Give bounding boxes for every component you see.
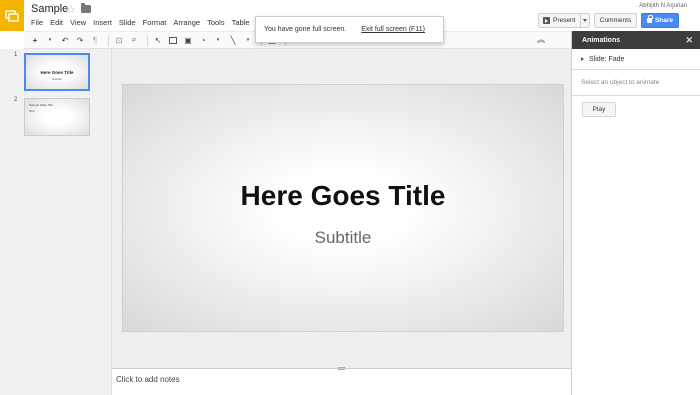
textbox-icon[interactable] bbox=[167, 34, 179, 46]
chevron-down-icon[interactable] bbox=[583, 19, 587, 22]
animations-hint: Select an object to animate bbox=[572, 70, 700, 96]
exit-fullscreen-link[interactable]: Exit full screen (F11) bbox=[361, 26, 425, 33]
zoom-icon[interactable]: ⌕ bbox=[128, 34, 140, 46]
star-icon[interactable]: ☆ bbox=[66, 3, 76, 16]
slide-number: 1 bbox=[14, 52, 18, 58]
chevron-right-icon bbox=[581, 57, 584, 61]
menu-insert[interactable]: Insert bbox=[93, 18, 112, 27]
slide-number: 2 bbox=[14, 97, 18, 103]
notice-message: You have gone full screen. bbox=[264, 26, 347, 33]
thumbnail-subtitle: Subtitle bbox=[51, 77, 62, 81]
shape-icon[interactable]: ◔ bbox=[197, 34, 209, 46]
share-label: Share bbox=[654, 17, 674, 24]
document-title[interactable]: Sample bbox=[31, 3, 68, 15]
animations-header: Animations ✕ bbox=[572, 31, 700, 49]
folder-icon[interactable] bbox=[81, 3, 91, 13]
menu-bar: File Edit View Insert Slide Format Arran… bbox=[31, 18, 273, 27]
animations-panel: Animations ✕ Slide: Fade Select an objec… bbox=[571, 31, 700, 395]
new-slide-menu-icon[interactable]: ▾ bbox=[44, 34, 56, 46]
menu-tools[interactable]: Tools bbox=[207, 18, 225, 27]
present-divider bbox=[580, 14, 581, 27]
comments-button[interactable]: Comments bbox=[594, 13, 637, 28]
paint-format-icon[interactable]: ¶ bbox=[89, 34, 101, 46]
thumbnail-title: Sample Slide Title bbox=[29, 103, 54, 107]
slide-transition-row[interactable]: Slide: Fade bbox=[572, 49, 700, 70]
undo-icon[interactable]: ↶ bbox=[59, 34, 71, 46]
cursor-icon[interactable]: ↖ bbox=[152, 34, 164, 46]
present-button[interactable]: Present bbox=[538, 13, 590, 28]
menu-arrange[interactable]: Arrange bbox=[173, 18, 200, 27]
lock-icon bbox=[646, 15, 653, 23]
slides-logo-icon[interactable] bbox=[0, 0, 24, 31]
zoom-fit-icon[interactable]: ⊡ bbox=[113, 34, 125, 46]
animations-title: Animations bbox=[582, 36, 621, 44]
toolbar-divider bbox=[147, 34, 148, 46]
image-icon[interactable]: ▣ bbox=[182, 34, 194, 46]
menu-format[interactable]: Format bbox=[143, 18, 167, 27]
play-icon bbox=[543, 17, 550, 24]
close-icon[interactable]: ✕ bbox=[685, 35, 693, 46]
new-slide-icon[interactable]: + bbox=[29, 34, 41, 46]
menu-slide[interactable]: Slide bbox=[119, 18, 136, 27]
current-slide[interactable]: Here Goes Title Subtitle bbox=[122, 84, 564, 332]
present-label: Present bbox=[553, 17, 576, 24]
collapse-icon[interactable]: ︽ bbox=[537, 34, 545, 45]
share-button[interactable]: Share bbox=[641, 13, 679, 28]
slide-subtitle[interactable]: Subtitle bbox=[123, 228, 563, 248]
resize-handle[interactable] bbox=[338, 367, 345, 370]
slide-transition-label: Slide: Fade bbox=[589, 55, 625, 63]
slide-filmstrip: 1 Here Goes Title Subtitle 2 Sample Slid… bbox=[0, 49, 112, 395]
menu-table[interactable]: Table bbox=[232, 18, 250, 27]
slide-thumbnail-2[interactable]: Sample Slide Title Text bbox=[24, 98, 90, 136]
thumbnail-title: Here Goes Title bbox=[40, 70, 74, 75]
user-name[interactable]: Abhijith N Arjunan bbox=[639, 3, 687, 9]
menu-file[interactable]: File bbox=[31, 18, 43, 27]
slide-title[interactable]: Here Goes Title bbox=[123, 180, 563, 212]
slide-thumbnail-1[interactable]: Here Goes Title Subtitle bbox=[24, 53, 90, 91]
toolbar-divider bbox=[108, 34, 109, 46]
redo-icon[interactable]: ↷ bbox=[74, 34, 86, 46]
fullscreen-notice: You have gone full screen. Exit full scr… bbox=[255, 16, 444, 43]
shape-menu-icon[interactable]: ▾ bbox=[212, 34, 224, 46]
menu-view[interactable]: View bbox=[70, 18, 86, 27]
line-menu-icon[interactable]: ▾ bbox=[242, 34, 254, 46]
thumbnail-body: Text bbox=[29, 109, 35, 113]
slide-canvas: Here Goes Title Subtitle bbox=[112, 49, 571, 368]
line-icon[interactable]: ╲ bbox=[227, 34, 239, 46]
speaker-notes[interactable]: Click to add notes bbox=[112, 367, 571, 395]
menu-edit[interactable]: Edit bbox=[50, 18, 63, 27]
play-button[interactable]: Play bbox=[582, 102, 616, 117]
notes-placeholder[interactable]: Click to add notes bbox=[116, 375, 180, 384]
